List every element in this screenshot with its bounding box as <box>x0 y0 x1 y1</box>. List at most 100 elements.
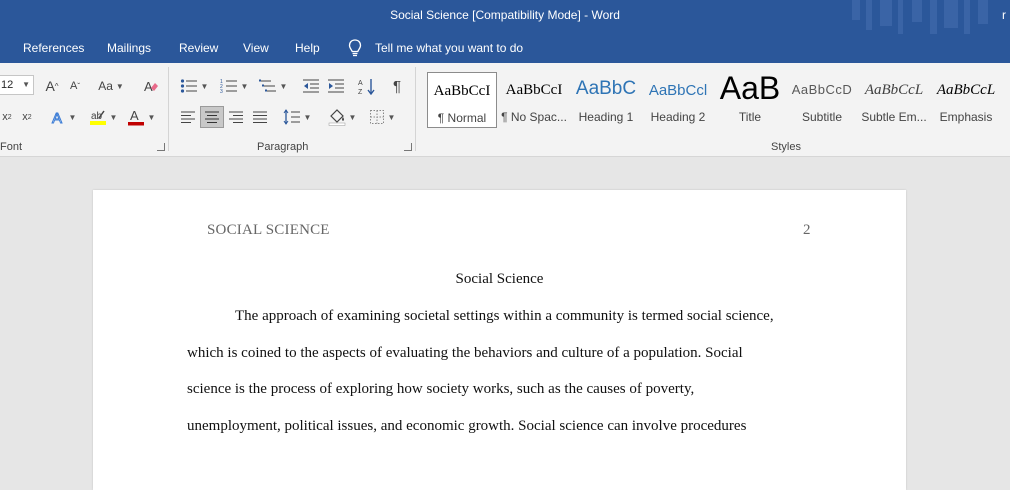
align-center-button[interactable] <box>200 106 224 128</box>
ribbon: 12 ▼ A ^ Aˇ Aa ▼ A x2 x2 A ▼ ab ▼ A ▼ Fo… <box>0 63 1010 157</box>
style-title[interactable]: AaB Title <box>715 70 785 128</box>
paragraph-dialog-launcher[interactable] <box>404 143 412 151</box>
change-case-button[interactable]: Aa ▼ <box>95 75 127 97</box>
multilevel-list-icon <box>258 79 276 92</box>
document-page[interactable]: SOCIAL SCIENCE 2 Social Science The appr… <box>93 190 906 490</box>
chevron-down-icon: ▼ <box>348 112 357 122</box>
group-separator <box>415 67 416 151</box>
style-emphasis[interactable]: AaBbCcL Emphasis <box>931 72 1001 128</box>
borders-icon <box>369 110 384 124</box>
tab-references[interactable]: References <box>23 41 84 55</box>
change-case-label: Aa <box>98 79 113 93</box>
justify-icon <box>253 111 267 123</box>
document-title: Social Science <box>455 271 544 287</box>
borders-button[interactable]: ▼ <box>365 106 399 128</box>
style-name: Heading 1 <box>578 110 634 124</box>
ribbon-tabs: References Mailings Review View Help Tel… <box>0 34 1010 63</box>
style-preview: AaB <box>719 70 781 106</box>
font-color-icon: A <box>127 108 144 126</box>
bullets-button[interactable]: ▼ <box>177 75 211 97</box>
text-effects-button[interactable]: A ▼ <box>48 106 78 128</box>
line-spacing-icon <box>283 109 300 125</box>
chevron-down-icon: ▼ <box>115 81 124 91</box>
style-subtle-emphasis[interactable]: AaBbCcL Subtle Em... <box>859 72 929 128</box>
highlight-color-button[interactable]: ab ▼ <box>86 106 120 128</box>
shrink-font-label: A <box>69 80 78 92</box>
page-number: 2 <box>803 222 811 238</box>
align-left-button[interactable] <box>177 106 199 128</box>
up-caret-icon: ^ <box>54 81 59 91</box>
grow-font-button[interactable]: A ^ <box>42 75 62 97</box>
style-heading-1[interactable]: AaBbC Heading 1 <box>571 72 641 128</box>
highlighter-icon: ab <box>89 110 106 125</box>
chevron-down-icon: ▼ <box>109 112 118 122</box>
lightbulb-icon <box>348 39 362 57</box>
font-size-field[interactable]: 12 ▼ <box>0 75 34 95</box>
justify-button[interactable] <box>249 106 271 128</box>
font-color-button[interactable]: A ▼ <box>124 106 158 128</box>
chevron-down-icon[interactable]: ▼ <box>22 80 30 89</box>
shrink-font-button[interactable]: Aˇ <box>66 75 84 97</box>
account-name[interactable]: r <box>1002 8 1010 22</box>
clear-formatting-button[interactable]: A <box>140 75 162 97</box>
svg-text:A: A <box>52 110 62 125</box>
show-formatting-marks-button[interactable]: ¶ <box>386 75 408 97</box>
body-text-line: which is coined to the aspects of evalua… <box>187 345 743 361</box>
style-normal[interactable]: AaBbCcI ¶ Normal <box>427 72 497 128</box>
style-name: Subtitle <box>801 110 843 124</box>
sort-icon: AZ <box>358 79 375 95</box>
shading-button[interactable]: ▼ <box>325 106 359 128</box>
superscript-button[interactable]: x2 <box>18 106 36 128</box>
style-preview: AaBbCcI <box>505 82 563 98</box>
chevron-down-icon: ▼ <box>200 81 209 91</box>
align-center-icon <box>205 111 219 123</box>
style-name: ¶ Normal <box>437 111 487 125</box>
style-name: Title <box>738 110 762 124</box>
font-size-value: 12 <box>1 79 14 91</box>
style-no-spacing[interactable]: AaBbCcI ¶ No Spac... <box>499 72 569 128</box>
style-preview: AaBbCcL <box>864 82 924 98</box>
pilcrow-icon: ¶ <box>392 77 402 95</box>
line-spacing-button[interactable]: ▼ <box>281 106 313 128</box>
subscript-button[interactable]: x2 <box>0 106 14 128</box>
chevron-down-icon: ▼ <box>68 112 77 122</box>
decrease-indent-button[interactable] <box>300 75 322 97</box>
multilevel-list-button[interactable]: ▼ <box>256 75 290 97</box>
paragraph-group-label: Paragraph <box>257 141 309 153</box>
styles-gallery: AaBbCcI ¶ Normal AaBbCcI ¶ No Spac... Aa… <box>424 69 1010 131</box>
style-preview: AaBbCcD <box>791 82 853 97</box>
sort-button[interactable]: AZ <box>356 75 378 97</box>
style-preview: AaBbCcl <box>648 82 708 99</box>
grow-font-label: A <box>45 78 55 94</box>
styles-group-label: Styles <box>771 141 801 153</box>
svg-text:3: 3 <box>220 89 223 94</box>
body-text-line: science is the process of exploring how … <box>187 381 695 397</box>
style-preview: AaBbCcI <box>433 83 491 99</box>
clear-formatting-icon: A <box>144 79 158 94</box>
numbering-button[interactable]: 123 ▼ <box>217 75 251 97</box>
paint-bucket-icon <box>328 109 345 126</box>
tab-view[interactable]: View <box>243 41 269 55</box>
font-group-label: Font <box>0 141 23 153</box>
style-name: Heading 2 <box>650 110 706 124</box>
svg-text:A: A <box>144 79 153 94</box>
align-right-icon <box>229 111 243 123</box>
decrease-indent-icon <box>303 79 319 93</box>
style-subtitle[interactable]: AaBbCcD Subtitle <box>787 72 857 128</box>
style-preview: AaBbCcL <box>936 82 996 98</box>
style-heading-2[interactable]: AaBbCcl Heading 2 <box>643 72 713 128</box>
increase-indent-button[interactable] <box>325 75 347 97</box>
running-header: SOCIAL SCIENCE <box>207 222 330 238</box>
tab-help[interactable]: Help <box>295 41 320 55</box>
down-caret-icon: ˇ <box>77 81 80 91</box>
chevron-down-icon: ▼ <box>279 81 288 91</box>
window-title: Social Science [Compatibility Mode] - Wo… <box>390 8 620 22</box>
text-effects-icon: A <box>51 110 62 126</box>
align-right-button[interactable] <box>225 106 247 128</box>
style-preview: AaBbC <box>575 78 637 99</box>
tab-review[interactable]: Review <box>179 41 218 55</box>
font-dialog-launcher[interactable] <box>157 143 165 151</box>
numbered-list-icon: 123 <box>220 79 237 94</box>
tab-mailings[interactable]: Mailings <box>107 41 151 55</box>
tell-me-search[interactable]: Tell me what you want to do <box>375 41 523 55</box>
